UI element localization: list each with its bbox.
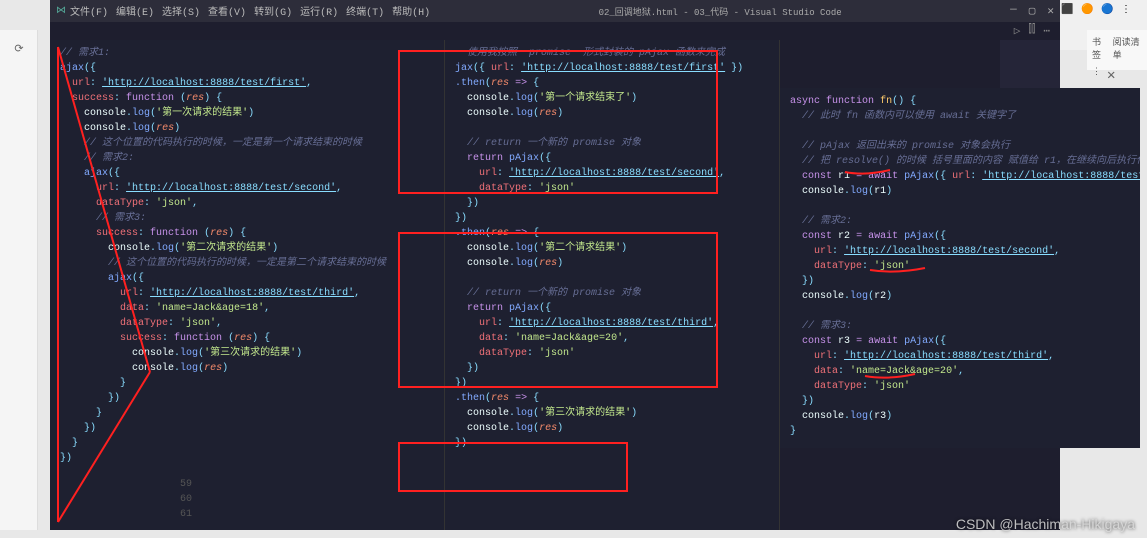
menu-goto[interactable]: 转到(G) [254, 3, 292, 19]
bookmarks-label[interactable]: 书签 [1092, 35, 1107, 61]
editor-area[interactable]: // 需求1: ajax({ url: 'http://localhost:88… [50, 40, 1060, 530]
split-editor-icon[interactable]: ⫿⫿ [1028, 24, 1035, 38]
browser-bookmarks-area: 书签 阅读清单 ⋮ ✕ [1087, 30, 1147, 70]
browser-extension-icons: ⬛ 🟠 🔵 ⋮ [1057, 0, 1147, 22]
line-number: 61 [180, 507, 192, 522]
run-icon[interactable]: ▷ [1014, 24, 1021, 38]
menu-help[interactable]: 帮助(H) [392, 3, 430, 19]
menu-terminal[interactable]: 终端(T) [346, 3, 384, 19]
watermark: CSDN @Hachiman-Hikigaya [956, 516, 1135, 532]
more-icon[interactable]: ⋮ [1092, 67, 1101, 84]
code-panel-callback[interactable]: // 需求1: ajax({ url: 'http://localhost:88… [50, 40, 445, 530]
window-controls: — ▢ ✕ [1010, 4, 1054, 18]
line-number: 59 [180, 477, 192, 492]
refresh-icon[interactable]: ⟳ [0, 30, 38, 68]
outer-sidebar: ⟳ [0, 30, 38, 530]
menu-run[interactable]: 运行(R) [300, 3, 338, 19]
ext-icon-3[interactable]: 🔵 [1101, 4, 1115, 18]
line-gutter: 59 60 61 [180, 477, 192, 522]
menu-select[interactable]: 选择(S) [162, 3, 200, 19]
menu-bar: 文件(F) 编辑(E) 选择(S) 查看(V) 转到(G) 运行(R) 终端(T… [70, 3, 430, 19]
editor-action-bar: ▷ ⫿⫿ ⋯ [50, 22, 1060, 40]
window-title: 02_回调地狱.html - 03_代码 - Visual Studio Cod… [430, 5, 1010, 18]
code-panel-promise[interactable]: 使用我按照 promise 形式封装的 pAjax 函数来完成 jax({ ur… [445, 40, 780, 530]
menu-view[interactable]: 查看(V) [208, 3, 246, 19]
ext-icon-4[interactable]: ⋮ [1121, 4, 1135, 18]
ext-icon-1[interactable]: ⬛ [1061, 4, 1075, 18]
code-panel-async[interactable]: async function fn() { // 此时 fn 函数内可以使用 a… [780, 88, 1140, 448]
line-number: 60 [180, 492, 192, 507]
more-actions-icon[interactable]: ⋯ [1043, 24, 1050, 38]
minimize-icon[interactable]: — [1010, 4, 1017, 18]
ext-icon-2[interactable]: 🟠 [1081, 4, 1095, 18]
vscode-logo-icon: ⋈ [56, 5, 66, 17]
readlist-label[interactable]: 阅读清单 [1113, 35, 1142, 61]
close-icon[interactable]: ✕ [1107, 67, 1115, 84]
vscode-window: ⋈ 文件(F) 编辑(E) 选择(S) 查看(V) 转到(G) 运行(R) 终端… [50, 0, 1060, 530]
menu-edit[interactable]: 编辑(E) [116, 3, 154, 19]
menu-file[interactable]: 文件(F) [70, 3, 108, 19]
maximize-icon[interactable]: ▢ [1029, 4, 1036, 18]
window-close-icon[interactable]: ✕ [1047, 4, 1054, 18]
title-bar: ⋈ 文件(F) 编辑(E) 选择(S) 查看(V) 转到(G) 运行(R) 终端… [50, 0, 1060, 22]
